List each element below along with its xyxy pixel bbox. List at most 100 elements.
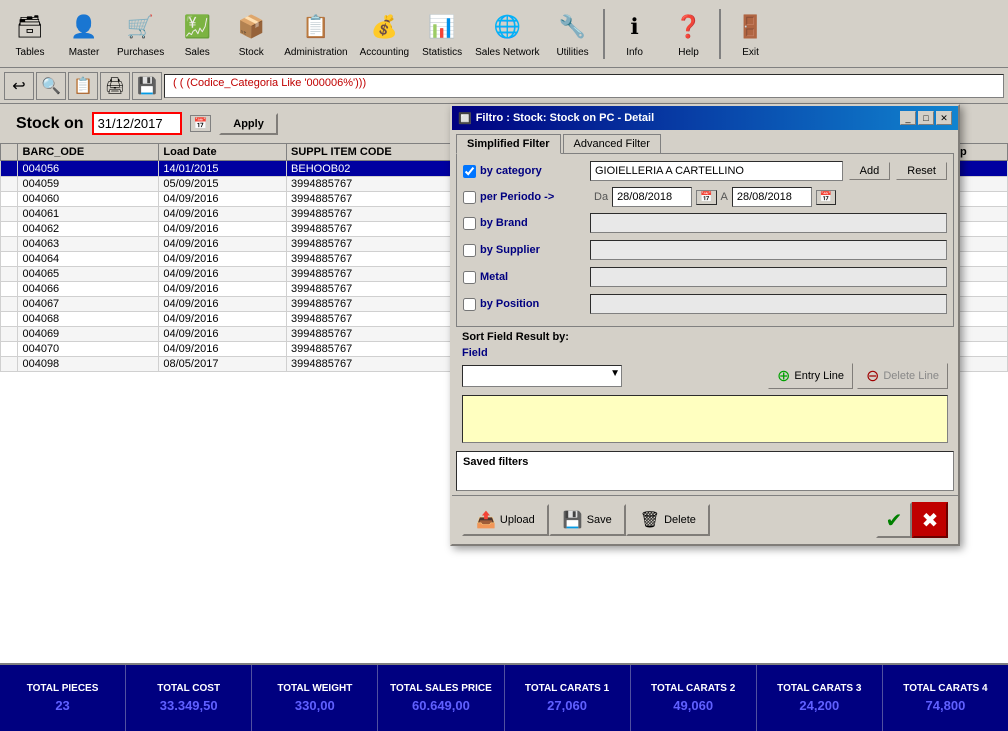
- input-metal[interactable]: [590, 267, 947, 287]
- calendar-button[interactable]: 📅: [190, 115, 212, 132]
- exit-icon: 🚪: [733, 9, 769, 45]
- cell-barcode: 004062: [18, 222, 159, 237]
- checkbox-by-brand[interactable]: [463, 217, 476, 230]
- help-label: Help: [678, 47, 699, 58]
- label-by-category: by category: [480, 165, 590, 177]
- toolbar-sales[interactable]: 💹 Sales: [171, 3, 223, 65]
- filter-row-supplier: by Supplier: [463, 239, 947, 261]
- info-icon: ℹ: [617, 9, 653, 45]
- row-indicator: [1, 222, 18, 237]
- cell-date: 04/09/2016: [159, 342, 287, 357]
- cell-barcode: 004056: [18, 161, 159, 177]
- purchases-label: Purchases: [117, 47, 164, 58]
- tab-simplified-filter[interactable]: Simplified Filter: [456, 134, 561, 154]
- add-button[interactable]: Add: [849, 162, 891, 180]
- input-da-date[interactable]: [612, 187, 692, 207]
- upload-button[interactable]: 📤 Upload: [462, 504, 549, 536]
- da-calendar-button[interactable]: 📅: [696, 190, 716, 205]
- upload-label: Upload: [500, 514, 535, 526]
- footer-cell-value: 330,00: [295, 698, 335, 713]
- cancel-button[interactable]: ✖: [912, 502, 948, 538]
- footer-cell: TOTAL CARATS 4 74,800: [883, 665, 1008, 731]
- apply-button[interactable]: Apply: [219, 113, 278, 135]
- saved-filters-label: Saved filters: [463, 456, 947, 468]
- checkbox-per-periodo[interactable]: [463, 191, 476, 204]
- save-filter-button[interactable]: 💾 Save: [549, 504, 626, 536]
- row-indicator: [1, 192, 18, 207]
- entry-line-label: Entry Line: [794, 370, 844, 382]
- delete-filter-button[interactable]: 🗑 Delete: [626, 504, 710, 536]
- cell-barcode: 004063: [18, 237, 159, 252]
- accounting-icon: 💰: [366, 9, 402, 45]
- toolbar-separator: [603, 9, 605, 59]
- toolbar-master[interactable]: 👤 Master: [58, 3, 110, 65]
- upload-icon: 📤: [476, 510, 496, 530]
- tab-advanced-filter[interactable]: Advanced Filter: [563, 134, 661, 153]
- toolbar-stock[interactable]: 📦 Stock: [225, 3, 277, 65]
- save-toolbar-button[interactable]: 💾: [132, 72, 162, 100]
- cell-barcode: 004070: [18, 342, 159, 357]
- toolbar-accounting[interactable]: 💰 Accounting: [355, 3, 414, 65]
- cell-barcode: 004059: [18, 177, 159, 192]
- copy-button[interactable]: 📋: [68, 72, 98, 100]
- checkbox-by-supplier[interactable]: [463, 244, 476, 257]
- sales-network-label: Sales Network: [475, 47, 539, 58]
- input-by-category[interactable]: [590, 161, 843, 181]
- cell-date: 04/09/2016: [159, 237, 287, 252]
- main-area: Stock on 📅 Apply BARC_ODE Load Date SUPP…: [0, 104, 1008, 663]
- toolbar-administration[interactable]: 📋 Administration: [279, 3, 352, 65]
- administration-icon: 📋: [298, 9, 334, 45]
- footer-cell-label: TOTAL CARATS 1: [525, 683, 609, 694]
- toolbar-tables[interactable]: 🗃 Tables: [4, 3, 56, 65]
- row-indicator: [1, 327, 18, 342]
- input-by-position[interactable]: [590, 294, 947, 314]
- checkbox-by-position[interactable]: [463, 298, 476, 311]
- filter-row-category: by category Add Reset: [463, 160, 947, 182]
- filter-row-periodo: per Periodo -> Da 📅 A 📅: [463, 187, 947, 207]
- minimize-button[interactable]: _: [900, 111, 916, 125]
- cell-date: 08/05/2017: [159, 357, 287, 372]
- stock-date-input[interactable]: [92, 112, 182, 135]
- master-icon: 👤: [66, 9, 102, 45]
- sort-title: Sort Field Result by:: [462, 331, 948, 343]
- input-a-date[interactable]: [732, 187, 812, 207]
- input-by-supplier[interactable]: [590, 240, 947, 260]
- col-loaddate[interactable]: Load Date: [159, 144, 287, 161]
- checkbox-metal[interactable]: [463, 271, 476, 284]
- cell-date: 04/09/2016: [159, 192, 287, 207]
- tables-icon: 🗃: [12, 9, 48, 45]
- print-button[interactable]: 🖨: [100, 72, 130, 100]
- toolbar-purchases[interactable]: 🛒 Purchases: [112, 3, 169, 65]
- cell-barcode: 004098: [18, 357, 159, 372]
- exit-label: Exit: [742, 47, 759, 58]
- save-label: Save: [587, 514, 612, 526]
- footer-cell-label: TOTAL PIECES: [27, 683, 99, 694]
- help-icon: ❓: [671, 9, 707, 45]
- ok-button[interactable]: ✔: [876, 502, 912, 538]
- back-button[interactable]: ↩: [4, 72, 34, 100]
- a-calendar-button[interactable]: 📅: [816, 190, 836, 205]
- statistics-label: Statistics: [422, 47, 462, 58]
- filter-row-position: by Position: [463, 293, 947, 315]
- delete-line-button[interactable]: ⊖ Delete Line: [857, 363, 948, 389]
- accounting-label: Accounting: [360, 47, 409, 58]
- maximize-button[interactable]: □: [918, 111, 934, 125]
- input-by-brand[interactable]: [590, 213, 947, 233]
- toolbar-sales-network[interactable]: 🌐 Sales Network: [470, 3, 544, 65]
- toolbar-exit[interactable]: 🚪 Exit: [725, 3, 777, 65]
- col-barcode[interactable]: BARC_ODE: [18, 144, 159, 161]
- cell-barcode: 004061: [18, 207, 159, 222]
- toolbar-info[interactable]: ℹ Info: [609, 3, 661, 65]
- search-button[interactable]: 🔍: [36, 72, 66, 100]
- toolbar-help[interactable]: ❓ Help: [663, 3, 715, 65]
- toolbar-statistics[interactable]: 📊 Statistics: [416, 3, 468, 65]
- checkbox-by-category[interactable]: [463, 165, 476, 178]
- close-button[interactable]: ✕: [936, 111, 952, 125]
- row-indicator: [1, 267, 18, 282]
- field-select[interactable]: [462, 365, 622, 387]
- toolbar-utilities[interactable]: 🔧 Utilities: [547, 3, 599, 65]
- reset-button[interactable]: Reset: [896, 162, 947, 180]
- entry-line-button[interactable]: ⊕ Entry Line: [768, 363, 853, 389]
- filter-row-brand: by Brand: [463, 212, 947, 234]
- footer-cell-label: TOTAL COST: [157, 683, 220, 694]
